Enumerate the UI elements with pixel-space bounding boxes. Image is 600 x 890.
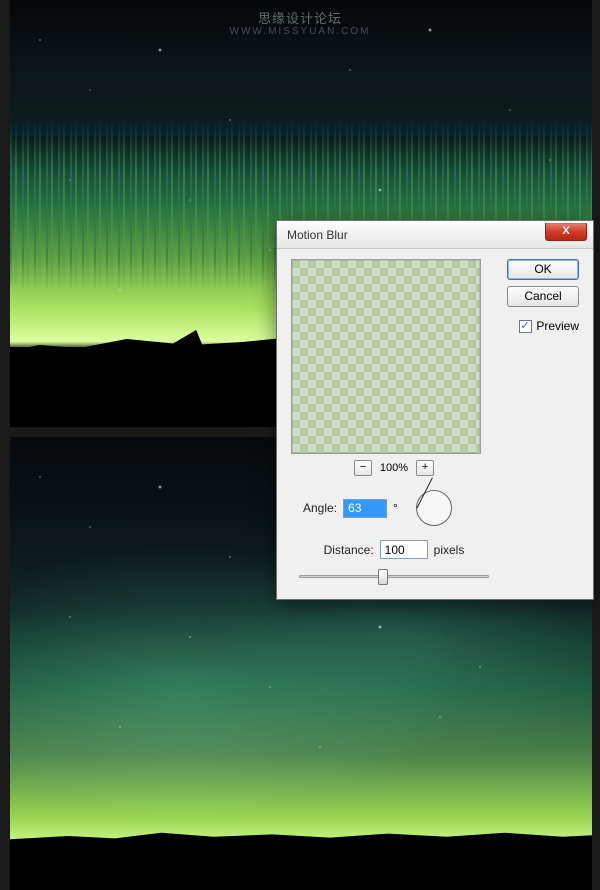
angle-dial[interactable]: [416, 490, 452, 526]
distance-input[interactable]: [380, 540, 428, 559]
angle-input[interactable]: [343, 499, 387, 518]
angle-label: Angle:: [303, 501, 337, 515]
preview-checkbox-row[interactable]: Preview: [507, 319, 579, 333]
distance-label: Distance:: [324, 543, 374, 557]
zoom-in-button[interactable]: +: [416, 460, 434, 476]
angle-row: Angle: °: [303, 490, 497, 526]
dialog-right-column: OK Cancel Preview: [507, 259, 579, 585]
silhouette-bottom: [10, 840, 592, 890]
preview-thumbnail[interactable]: [291, 259, 481, 454]
zoom-row: − 100% +: [291, 460, 497, 476]
angle-degree: °: [393, 501, 398, 515]
dialog-left-column: − 100% + Angle: ° Distance: pixels: [291, 259, 497, 585]
dialog-body: − 100% + Angle: ° Distance: pixels OK: [277, 249, 593, 599]
cancel-button[interactable]: Cancel: [507, 286, 579, 307]
preview-checkbox-label: Preview: [536, 319, 579, 333]
distance-slider[interactable]: [291, 567, 497, 585]
ok-button[interactable]: OK: [507, 259, 579, 280]
distance-row: Distance: pixels: [291, 540, 497, 559]
slider-thumb[interactable]: [378, 569, 388, 585]
zoom-value: 100%: [380, 462, 408, 474]
zoom-out-button[interactable]: −: [354, 460, 372, 476]
dialog-title: Motion Blur: [287, 228, 348, 242]
close-button[interactable]: X: [545, 223, 587, 241]
dialog-titlebar[interactable]: Motion Blur X: [277, 221, 593, 249]
slider-track: [299, 575, 489, 578]
preview-checkbox[interactable]: [519, 320, 532, 333]
distance-unit: pixels: [434, 543, 465, 557]
motion-blur-dialog: Motion Blur X − 100% + Angle: ° Distance…: [276, 220, 594, 600]
